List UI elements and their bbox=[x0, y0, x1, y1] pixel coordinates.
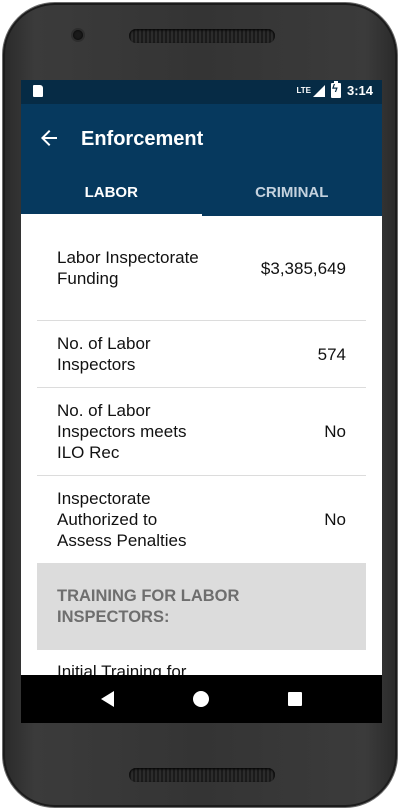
list-row-ilo: No. of Labor Inspectors meets ILO Rec No bbox=[37, 388, 366, 476]
nav-back-icon[interactable] bbox=[100, 691, 114, 707]
tab-labor[interactable]: LABOR bbox=[21, 168, 202, 216]
list-row-inspectors: No. of Labor Inspectors 574 bbox=[37, 321, 366, 388]
row-value: 574 bbox=[317, 344, 346, 364]
screen: LTE 3:14 Enforcement LABOR CRIMINAL bbox=[21, 80, 382, 723]
status-right: LTE 3:14 bbox=[296, 81, 373, 98]
nav-recents-icon[interactable] bbox=[288, 692, 303, 706]
battery-charging-icon bbox=[330, 81, 341, 98]
lte-label: LTE bbox=[296, 85, 311, 95]
row-label: No. of Labor Inspectors bbox=[57, 334, 151, 374]
back-button[interactable] bbox=[37, 126, 61, 150]
front-camera bbox=[73, 30, 83, 40]
row-label: Inspectorate Authorized to Assess Penalt… bbox=[57, 489, 187, 550]
top-speaker bbox=[129, 29, 275, 43]
clock: 3:14 bbox=[346, 83, 373, 98]
tab-bar: LABOR CRIMINAL bbox=[21, 168, 382, 216]
row-value: $3,385,649 bbox=[260, 258, 346, 278]
status-bar: LTE 3:14 bbox=[21, 80, 382, 104]
page-title: Enforcement bbox=[81, 128, 204, 150]
section-header-label: TRAINING FOR LABOR INSPECTORS: bbox=[57, 586, 240, 626]
section-header: TRAINING FOR LABOR INSPECTORS: bbox=[37, 563, 366, 650]
row-label: No. of Labor Inspectors meets ILO Rec bbox=[57, 401, 187, 462]
nav-home-icon[interactable] bbox=[192, 691, 209, 707]
row-value: No bbox=[324, 422, 346, 441]
navigation-bar bbox=[21, 675, 382, 723]
signal-icon bbox=[312, 84, 325, 97]
tab-labor-label: LABOR bbox=[84, 183, 138, 201]
app-bar: Enforcement LABOR CRIMINAL bbox=[21, 104, 382, 216]
bottom-speaker bbox=[129, 768, 275, 782]
list-row-penalties: Inspectorate Authorized to Assess Penalt… bbox=[37, 476, 366, 563]
row-value: No bbox=[324, 510, 346, 529]
tab-criminal-label: CRIMINAL bbox=[255, 183, 329, 201]
tab-criminal[interactable]: CRIMINAL bbox=[202, 168, 383, 216]
phone-frame: LTE 3:14 Enforcement LABOR CRIMINAL bbox=[3, 3, 397, 807]
back-arrow-icon bbox=[41, 130, 57, 146]
list-row-funding: Labor Inspectorate Funding $3,385,649 bbox=[37, 216, 366, 321]
row-label: Labor Inspectorate Funding bbox=[57, 248, 199, 288]
sd-card-icon bbox=[33, 85, 43, 97]
content-list[interactable]: Labor Inspectorate Funding $3,385,649 No… bbox=[21, 216, 382, 682]
